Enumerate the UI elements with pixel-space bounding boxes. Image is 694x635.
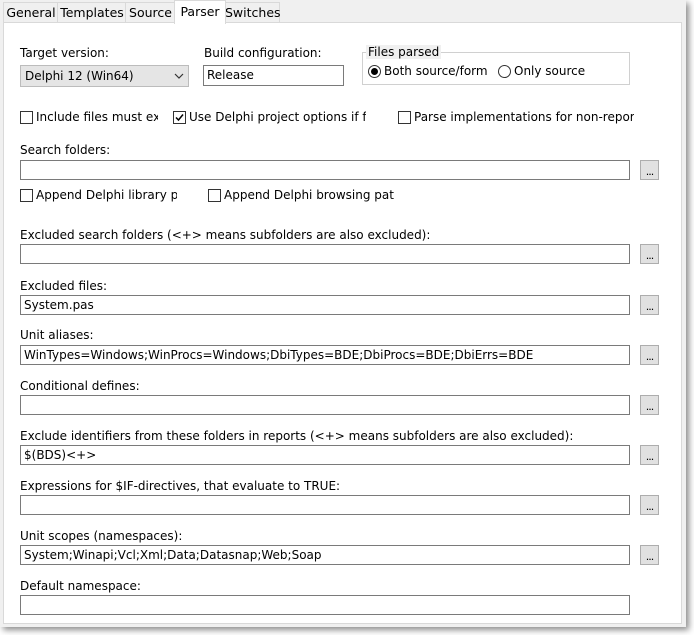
include-files-checkbox[interactable] bbox=[20, 111, 33, 124]
excluded-search-folders-browse-button[interactable]: ... bbox=[640, 244, 659, 264]
options-window: General Templates Source Parser Switches… bbox=[0, 0, 686, 627]
target-version-label: Target version: bbox=[20, 46, 109, 60]
unit-aliases-browse-button[interactable]: ... bbox=[640, 345, 659, 365]
build-config-input[interactable]: Release bbox=[203, 65, 344, 86]
parse-implementations-label: Parse implementations for non-reported bbox=[414, 110, 634, 124]
radio-both-source-form-label: Both source/form bbox=[384, 64, 488, 78]
search-folders-label: Search folders: bbox=[20, 143, 111, 157]
default-namespace-label: Default namespace: bbox=[20, 579, 141, 593]
target-version-value: Delphi 12 (Win64) bbox=[25, 69, 134, 83]
tab-general[interactable]: General bbox=[3, 2, 59, 23]
unit-scopes-browse-button[interactable]: ... bbox=[640, 545, 659, 565]
use-project-options-label: Use Delphi project options if found bbox=[189, 110, 366, 124]
files-parsed-label: Files parsed bbox=[366, 45, 442, 59]
append-browsing-path-label: Append Delphi browsing path bbox=[224, 188, 394, 202]
exclude-identifiers-label: Exclude identifiers from these folders i… bbox=[20, 429, 574, 443]
build-config-label: Build configuration: bbox=[204, 46, 322, 60]
tab-parser[interactable]: Parser bbox=[174, 0, 226, 24]
checkmark-icon bbox=[175, 114, 184, 122]
tab-source[interactable]: Source bbox=[125, 2, 176, 23]
excluded-search-folders-label: Excluded search folders (<+> means subfo… bbox=[20, 228, 431, 242]
default-namespace-input[interactable] bbox=[20, 595, 630, 615]
unit-aliases-label: Unit aliases: bbox=[20, 328, 94, 342]
unit-scopes-label: Unit scopes (namespaces): bbox=[20, 529, 183, 543]
if-expressions-label: Expressions for $IF-directives, that eva… bbox=[20, 479, 341, 493]
conditional-defines-label: Conditional defines: bbox=[20, 379, 140, 393]
radio-only-source[interactable] bbox=[498, 65, 511, 78]
tab-templates[interactable]: Templates bbox=[57, 2, 127, 23]
if-expressions-browse-button[interactable]: ... bbox=[640, 495, 659, 515]
tab-switches[interactable]: Switches bbox=[224, 2, 281, 23]
append-library-path-checkbox[interactable] bbox=[20, 189, 33, 202]
target-version-select[interactable]: Delphi 12 (Win64) bbox=[20, 65, 189, 87]
append-library-path-label: Append Delphi library path bbox=[36, 188, 177, 202]
conditional-defines-input[interactable] bbox=[20, 395, 630, 415]
excluded-search-folders-input[interactable] bbox=[20, 244, 630, 264]
excluded-files-browse-button[interactable]: ... bbox=[640, 295, 659, 315]
exclude-identifiers-input[interactable]: $(BDS)<+> bbox=[20, 445, 630, 465]
radio-only-source-label: Only source bbox=[514, 64, 586, 78]
chevron-down-icon bbox=[174, 73, 184, 79]
parse-implementations-checkbox[interactable] bbox=[398, 111, 411, 124]
radio-both-source-form[interactable] bbox=[368, 65, 381, 78]
use-project-options-checkbox[interactable] bbox=[173, 111, 186, 124]
excluded-files-input[interactable]: System.pas bbox=[20, 295, 630, 315]
if-expressions-input[interactable] bbox=[20, 495, 630, 515]
search-folders-input[interactable] bbox=[20, 160, 630, 180]
unit-scopes-input[interactable]: System;Winapi;Vcl;Xml;Data;Datasnap;Web;… bbox=[20, 545, 630, 565]
search-folders-browse-button[interactable]: ... bbox=[640, 160, 659, 180]
append-browsing-path-checkbox[interactable] bbox=[208, 189, 221, 202]
excluded-files-label: Excluded files: bbox=[20, 279, 108, 293]
include-files-label: Include files must exist bbox=[36, 110, 158, 124]
unit-aliases-input[interactable]: WinTypes=Windows;WinProcs=Windows;DbiTyp… bbox=[20, 345, 630, 365]
exclude-identifiers-browse-button[interactable]: ... bbox=[640, 445, 659, 465]
conditional-defines-browse-button[interactable]: ... bbox=[640, 395, 659, 415]
